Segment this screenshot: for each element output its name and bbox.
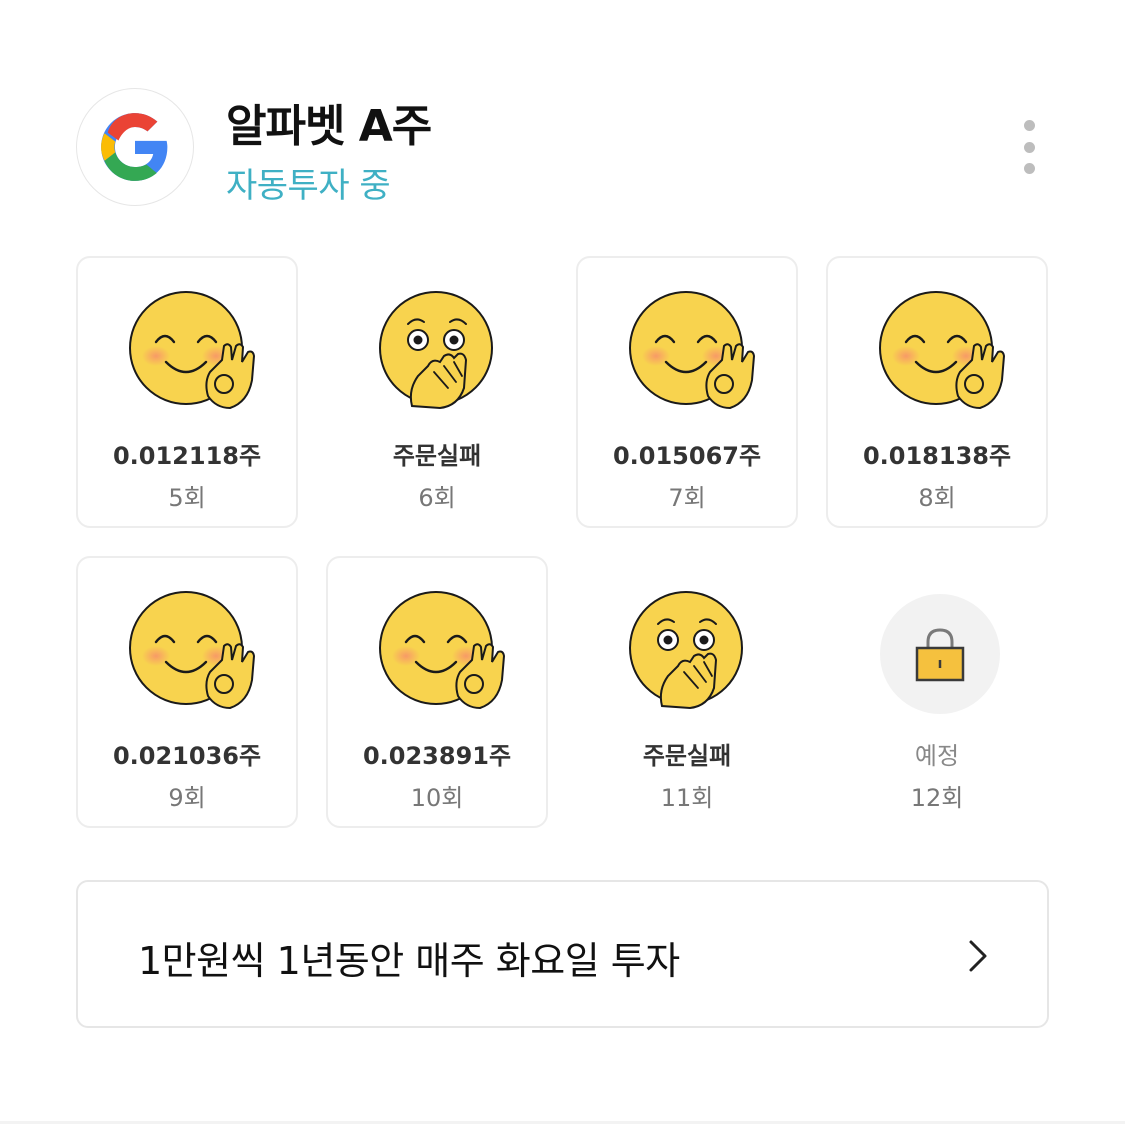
round-shares: 0.023891주: [362, 742, 512, 770]
round-card-12: 예정 12회: [826, 556, 1048, 828]
ok-hand-emoji-icon: [128, 290, 264, 418]
round-card-6[interactable]: 주문실패 6회: [326, 256, 548, 528]
ok-hand-emoji-icon: [378, 590, 514, 718]
more-options-button[interactable]: [1017, 120, 1041, 174]
ok-hand-emoji-icon: [628, 290, 764, 418]
surprised-emoji-icon: [378, 290, 514, 418]
round-shares: 0.021036주: [112, 742, 262, 770]
round-number: 6회: [418, 484, 456, 512]
chevron-right-icon: [969, 940, 987, 972]
round-number: 11회: [660, 784, 714, 812]
round-shares: 0.018138주: [862, 442, 1012, 470]
surprised-emoji-icon: [628, 590, 764, 718]
stock-title: 알파벳 A주: [226, 101, 432, 152]
investment-plan-button[interactable]: 1만원씩 1년동안 매주 화요일 투자: [76, 880, 1049, 1028]
round-number: 12회: [910, 784, 964, 812]
round-shares: 주문실패: [642, 742, 732, 770]
round-card-8[interactable]: 0.018138주 8회: [826, 256, 1048, 528]
round-card-10[interactable]: 0.023891주 10회: [326, 556, 548, 828]
round-number: 8회: [918, 484, 956, 512]
round-shares: 0.015067주: [612, 442, 762, 470]
investment-plan-text: 1만원씩 1년동안 매주 화요일 투자: [138, 939, 680, 983]
round-number: 5회: [168, 484, 206, 512]
round-shares: 0.012118주: [112, 442, 262, 470]
round-card-5[interactable]: 0.012118주 5회: [76, 256, 298, 528]
round-number: 7회: [668, 484, 706, 512]
round-number: 10회: [410, 784, 464, 812]
round-card-7[interactable]: 0.015067주 7회: [576, 256, 798, 528]
ok-hand-emoji-icon: [128, 590, 264, 718]
google-g-icon: [76, 88, 194, 206]
round-shares: 주문실패: [392, 442, 482, 470]
auto-invest-status: 자동투자 중: [226, 166, 391, 206]
round-status: 예정: [914, 742, 960, 770]
round-card-9[interactable]: 0.021036주 9회: [76, 556, 298, 828]
stock-header: 알파벳 A주 자동투자 중: [76, 88, 1051, 208]
lock-icon: [880, 594, 1000, 714]
ok-hand-emoji-icon: [878, 290, 1014, 418]
round-number: 9회: [168, 784, 206, 812]
round-card-11[interactable]: 주문실패 11회: [576, 556, 798, 828]
more-vertical-icon[interactable]: [1023, 120, 1035, 131]
